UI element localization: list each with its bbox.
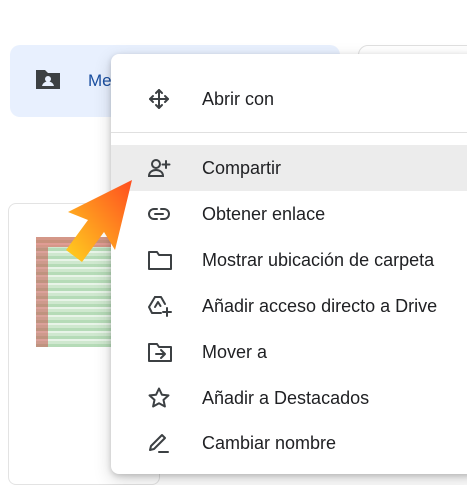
menu-item-open-with[interactable]: Abrir con — [111, 76, 467, 122]
add-shortcut-icon — [147, 294, 172, 318]
menu-separator — [111, 132, 467, 133]
link-icon — [147, 202, 171, 226]
move-arrows-icon — [147, 87, 171, 111]
menu-item-label: Compartir — [202, 158, 282, 178]
menu-item-label: Añadir a Destacados — [202, 388, 370, 408]
menu-item-label: Cambiar nombre — [202, 433, 337, 453]
context-menu: Abrir con Compartir Obtener enlace Mostr… — [111, 54, 467, 474]
pencil-icon — [147, 431, 171, 455]
pointer-arrow-icon — [52, 170, 142, 275]
menu-item-label: Abrir con — [202, 89, 275, 109]
shared-folder-icon — [34, 67, 62, 96]
menu-item-add-shortcut[interactable]: Añadir acceso directo a Drive — [111, 283, 467, 329]
menu-item-label: Obtener enlace — [202, 204, 326, 224]
menu-item-label: Mostrar ubicación de carpeta — [202, 250, 435, 270]
menu-item-show-folder-location[interactable]: Mostrar ubicación de carpeta — [111, 237, 467, 283]
folder-icon — [147, 248, 172, 272]
menu-item-move-to[interactable]: Mover a — [111, 329, 467, 375]
menu-item-rename[interactable]: Cambiar nombre — [111, 420, 467, 466]
menu-item-add-starred[interactable]: Añadir a Destacados — [111, 375, 467, 421]
move-to-folder-icon — [147, 340, 172, 364]
menu-item-label: Mover a — [202, 342, 268, 362]
thumbnail-column — [36, 247, 48, 347]
menu-item-label: Añadir acceso directo a Drive — [202, 296, 438, 316]
menu-item-get-link[interactable]: Obtener enlace — [111, 191, 467, 237]
menu-item-share[interactable]: Compartir — [111, 145, 467, 191]
star-icon — [147, 386, 171, 410]
folder-chip-label: Me — [88, 71, 112, 90]
add-person-icon — [147, 156, 171, 180]
